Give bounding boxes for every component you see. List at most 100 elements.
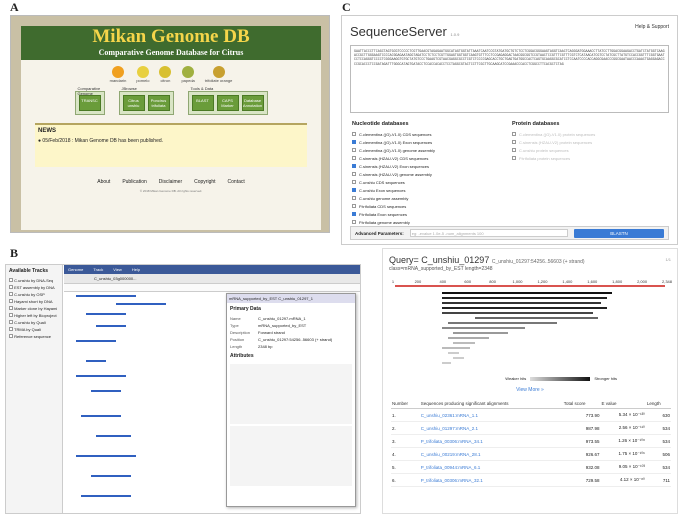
track-item[interactable]: C.unshiu by Quali xyxy=(6,319,62,326)
hit-bar[interactable] xyxy=(442,297,607,299)
menu-item[interactable]: View xyxy=(113,267,122,272)
table-cell[interactable]: P_trifoliata_00306:mRNA_34.1 xyxy=(419,434,563,448)
hit-bar[interactable] xyxy=(442,302,602,304)
track-item[interactable]: Hayami short by DNA xyxy=(6,298,62,305)
db-item[interactable]: C.sinensis (HZAU-V2) Exon sequences xyxy=(352,162,502,170)
footer-link[interactable]: Disclaimer xyxy=(159,179,182,185)
db-checkbox[interactable] xyxy=(352,220,356,224)
feature-bar[interactable] xyxy=(91,390,121,392)
menu-item[interactable]: Genome xyxy=(68,267,83,272)
module-button[interactable]: Database Annotation xyxy=(241,95,264,111)
feature-bar[interactable] xyxy=(81,415,121,417)
db-item[interactable]: C.unshiu CDS sequences xyxy=(352,178,502,186)
table-row[interactable]: 3. P_trifoliata_00306:mRNA_34.1 973.55 1.26… xyxy=(391,434,671,448)
table-cell[interactable]: C_unshiu_02361:mRNA_1.1 xyxy=(419,408,563,422)
db-item[interactable]: C.sinensis (HZAU-V2) genome assembly xyxy=(352,170,502,178)
track-item[interactable]: EST assembly by DNA xyxy=(6,284,62,291)
track-item[interactable]: TRMA by Quali xyxy=(6,326,62,333)
db-checkbox[interactable] xyxy=(352,196,356,200)
feature-bar[interactable] xyxy=(86,360,106,362)
db-item[interactable]: P.trifoliata Exon sequences xyxy=(352,210,502,218)
db-item[interactable]: C.unshiu protein sequences xyxy=(512,146,662,154)
sequence-input[interactable]: GAATTACCCTTCAGCTAGTGCGTCCCCCTCGTTGAACGTA… xyxy=(350,45,669,113)
hit-bar[interactable] xyxy=(447,337,489,339)
db-checkbox[interactable] xyxy=(512,148,516,152)
table-row[interactable]: 5. P_trifoliata_00944:mRNA_6.1 932.08 9.05 … xyxy=(391,460,671,474)
db-checkbox[interactable] xyxy=(512,156,516,160)
nav-bar[interactable]: C_unshiu_03g000000... xyxy=(64,274,360,284)
db-item[interactable]: C.sinensis (HZAU-V2) CDS sequences xyxy=(352,154,502,162)
track-item[interactable]: Marker clone by Hayami xyxy=(6,305,62,312)
hit-bar[interactable] xyxy=(475,317,599,319)
track-item[interactable]: Reference sequence xyxy=(6,333,62,340)
module-button[interactable]: BLAST xyxy=(191,95,214,111)
hit-bar[interactable] xyxy=(442,347,470,349)
db-checkbox[interactable] xyxy=(352,180,356,184)
track-checkbox[interactable] xyxy=(9,327,13,331)
menu-item[interactable]: Track xyxy=(93,267,103,272)
db-item[interactable]: P.trifoliata genome assembly xyxy=(352,218,502,226)
module-button[interactable]: TRANSC xyxy=(78,95,101,111)
db-item[interactable]: C.clementina ((G)-V1.0) genome assembly xyxy=(352,146,502,154)
hit-bar[interactable] xyxy=(442,312,593,314)
db-item[interactable]: C.unshiu genome assembly xyxy=(352,194,502,202)
hit-bar[interactable] xyxy=(453,357,465,359)
blast-button[interactable]: BLASTN xyxy=(574,228,664,238)
feature-bar[interactable] xyxy=(86,313,126,315)
track-item[interactable]: C.unshiu by DNA-Seq xyxy=(6,277,62,284)
db-checkbox[interactable] xyxy=(352,212,356,216)
feature-bar[interactable] xyxy=(116,303,166,305)
hit-bar[interactable] xyxy=(447,322,558,324)
locus-field[interactable]: C_unshiu_03g000000... xyxy=(64,274,166,283)
table-cell[interactable]: P_trifoliata_00944:mRNA_6.1 xyxy=(419,460,563,474)
db-checkbox[interactable] xyxy=(352,172,356,176)
help-link[interactable]: Help & Support xyxy=(635,24,669,39)
db-item[interactable]: P.trifoliata protein sequences xyxy=(512,154,662,162)
table-cell[interactable]: C_unshiu_01297:mRNA_2.1 xyxy=(419,421,563,435)
feature-bar[interactable] xyxy=(91,475,131,477)
hit-bar[interactable] xyxy=(442,327,525,329)
menu-item[interactable]: Help xyxy=(132,267,140,272)
db-item[interactable]: C.clementina ((G)-V1.0) CDS sequences xyxy=(352,130,502,138)
track-checkbox[interactable] xyxy=(9,292,13,296)
table-row[interactable]: 6. P_trifoliata_00306:mRNA_32.1 729.58 4.12… xyxy=(391,473,671,487)
track-item[interactable]: C.unshiu by OSP xyxy=(6,291,62,298)
footer-link[interactable]: Contact xyxy=(228,179,245,185)
feature-bar[interactable] xyxy=(76,455,136,457)
db-item[interactable]: C.sinensis (HZAU-V2) protein sequences xyxy=(512,138,662,146)
hit-bar[interactable] xyxy=(442,292,613,294)
db-checkbox[interactable] xyxy=(352,164,356,168)
track-checkbox[interactable] xyxy=(9,334,13,338)
db-checkbox[interactable] xyxy=(512,132,516,136)
feature-bar[interactable] xyxy=(81,495,131,497)
db-item[interactable]: C.clementina ((G)-V1.0) Exon sequences xyxy=(352,138,502,146)
track-checkbox[interactable] xyxy=(9,285,13,289)
feature-bar[interactable] xyxy=(96,435,131,437)
table-cell[interactable]: C_unshiu_00219:mRNA_28.1 xyxy=(419,447,563,461)
footer-link[interactable]: Copyright xyxy=(194,179,215,185)
db-checkbox[interactable] xyxy=(352,204,356,208)
db-item[interactable]: P.trifoliata CDS sequences xyxy=(352,202,502,210)
track-item[interactable]: Higher left by Bioproject xyxy=(6,312,62,319)
table-cell[interactable]: P_trifoliata_00306:mRNA_32.1 xyxy=(419,473,563,487)
footer-link[interactable]: Publication xyxy=(122,179,146,185)
track-checkbox[interactable] xyxy=(9,320,13,324)
feature-bar[interactable] xyxy=(76,340,116,342)
db-item[interactable]: C.clementina ((G)-V1.0) protein sequence… xyxy=(512,130,662,138)
db-item[interactable]: C.unshiu Exon sequences xyxy=(352,186,502,194)
hit-bar[interactable] xyxy=(447,352,459,354)
table-row[interactable]: 1. C_unshiu_02361:mRNA_1.1 773.90 5.34 × 10… xyxy=(391,408,671,422)
table-row[interactable]: 4. C_unshiu_00219:mRNA_28.1 926.67 1.75 × 1… xyxy=(391,447,671,461)
module-button[interactable]: Citrus unshiu xyxy=(122,95,145,111)
hit-bar[interactable] xyxy=(442,362,451,364)
track-checkbox[interactable] xyxy=(9,299,13,303)
table-row[interactable]: 2. C_unshiu_01297:mRNA_2.1 987.98 2.56 × 10… xyxy=(391,421,671,435)
footer-link[interactable]: About xyxy=(97,179,110,185)
feature-bar[interactable] xyxy=(76,295,136,297)
feature-bar[interactable] xyxy=(96,325,126,327)
db-checkbox[interactable] xyxy=(352,156,356,160)
view-more-link[interactable]: View More » xyxy=(383,387,677,393)
adv-params-input[interactable]: eg: -evalue 1.0e-5 -num_alignments 100 xyxy=(409,229,568,237)
track-checkbox[interactable] xyxy=(9,278,13,282)
track-checkbox[interactable] xyxy=(9,313,13,317)
